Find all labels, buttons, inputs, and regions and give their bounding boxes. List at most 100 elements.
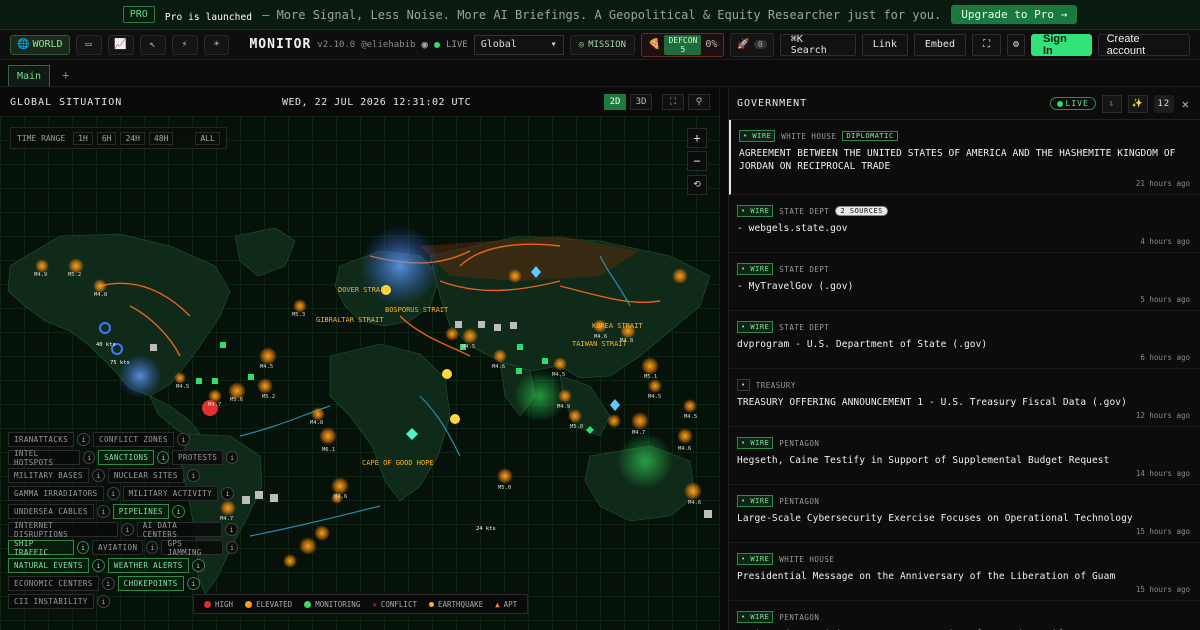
info-icon[interactable]: i xyxy=(76,541,90,554)
search-button[interactable]: ⌘K Search xyxy=(779,33,856,56)
sun-view-button[interactable]: ☀ xyxy=(203,34,230,55)
info-icon[interactable]: i xyxy=(186,577,200,590)
label-gibraltar: GIBRALTAR STRAIT xyxy=(316,316,384,324)
info-icon[interactable]: i xyxy=(77,433,91,446)
top-bar: 🌐 WORLD ▭ 📈 ↖ ⚡ ☀ MONITOR v2.10.0 @elieha… xyxy=(0,30,1200,60)
info-icon[interactable]: i xyxy=(106,487,120,500)
layer-toggle-cii-instability[interactable]: CII INSTABILITY xyxy=(8,594,94,609)
news-item[interactable]: • TREASURY TREASURY OFFERING ANNOUNCEMENT … xyxy=(729,369,1200,427)
tech-view-button[interactable]: ↖ xyxy=(139,34,166,55)
zoom-out-button[interactable]: − xyxy=(687,151,707,171)
info-icon[interactable]: i xyxy=(226,451,238,464)
news-item[interactable]: • WIRE WHITE HOUSE Presidential Message on… xyxy=(729,543,1200,601)
info-icon[interactable]: i xyxy=(225,523,238,536)
mode-3d-button[interactable]: 3D xyxy=(630,94,652,110)
info-icon[interactable]: i xyxy=(120,523,134,536)
item-headline[interactable]: dvprogram - U.S. Department of State (.g… xyxy=(737,338,1192,351)
map-pin-button[interactable]: ⚲ xyxy=(688,94,710,110)
info-icon[interactable]: i xyxy=(96,505,110,518)
tab-main[interactable]: Main xyxy=(8,65,51,86)
info-icon[interactable]: i xyxy=(91,469,105,482)
layer-toggle-protests[interactable]: PROTESTS xyxy=(172,450,224,465)
time-range-6h[interactable]: 6H xyxy=(96,131,117,145)
fullscreen-button[interactable]: ⛶ xyxy=(971,33,1001,56)
layer-toggle-chokepoints[interactable]: CHOKEPOINTS xyxy=(117,576,184,591)
ai-summary-button[interactable]: ✨ xyxy=(1127,94,1148,113)
layer-toggle-internet-disruptions[interactable]: INTERNET DISRUPTIONS xyxy=(8,521,118,539)
zoom-in-button[interactable]: + xyxy=(687,128,707,148)
mode-2d-button[interactable]: 2D xyxy=(604,94,626,110)
energy-view-button[interactable]: ⚡ xyxy=(171,34,198,55)
layer-toggle-nuclear-sites[interactable]: NUCLEAR SITES xyxy=(107,468,184,483)
time-range-48h[interactable]: 48H xyxy=(148,131,174,145)
time-range-24h[interactable]: 24H xyxy=(120,131,145,145)
news-item[interactable]: • WIRE PENTAGON Hegseth, Caine Testify in … xyxy=(729,427,1200,485)
info-icon[interactable]: i xyxy=(91,559,105,572)
item-headline[interactable]: Large-Scale Cybersecurity Exercise Focus… xyxy=(737,512,1192,525)
map-fullscreen-button[interactable]: ⛶ xyxy=(662,94,684,110)
layer-toggle-undersea-cables[interactable]: UNDERSEA CABLES xyxy=(8,504,94,519)
news-item[interactable]: • WIRE STATE DEPT 2 SOURCES - webgels.state… xyxy=(729,195,1200,253)
layer-toggle-military-bases[interactable]: MILITARY BASES xyxy=(8,468,89,483)
layer-toggle-aviation[interactable]: AVIATION xyxy=(92,540,144,555)
add-tab-button[interactable]: + xyxy=(56,68,75,86)
embed-button[interactable]: Embed xyxy=(913,33,966,56)
layer-toggle-conflict-zones[interactable]: CONFLICT ZONES xyxy=(93,432,174,447)
info-icon[interactable]: i xyxy=(83,451,96,464)
time-range-1h[interactable]: 1H xyxy=(73,131,93,145)
layer-toggle-gamma-irradiators[interactable]: GAMMA IRRADIATORS xyxy=(8,486,104,501)
info-icon[interactable]: i xyxy=(221,487,235,500)
github-icon[interactable]: ◉ xyxy=(421,38,428,51)
info-icon[interactable]: i xyxy=(96,595,110,608)
alerts-button[interactable]: 🚀 0 xyxy=(730,32,774,57)
news-item[interactable]: • WIREPENTAGONBasic Cadet Training Prepa… xyxy=(729,601,1200,630)
layer-toggle-iranattacks[interactable]: IRANATTACKS xyxy=(8,432,75,447)
version-label: v2.10.0 xyxy=(317,39,356,50)
news-item[interactable]: • WIRE WHITE HOUSE DIPLOMATIC AGREEMENT BET… xyxy=(729,120,1200,195)
item-headline[interactable]: - webgels.state.gov xyxy=(737,222,1192,235)
sign-in-button[interactable]: Sign In xyxy=(1031,33,1092,57)
upgrade-button[interactable]: Upgrade to Pro → xyxy=(951,5,1078,24)
info-icon[interactable]: i xyxy=(186,469,200,482)
info-icon[interactable]: i xyxy=(225,541,238,554)
layer-toggle-economic-centers[interactable]: ECONOMIC CENTERS xyxy=(8,576,99,591)
layer-toggle-military-activity[interactable]: MILITARY ACTIVITY xyxy=(122,486,219,501)
news-item[interactable]: • WIRE STATE DEPT dvprogram - U.S. Departm… xyxy=(729,311,1200,369)
settings-button[interactable]: ⚙ xyxy=(1006,33,1025,56)
time-range-all[interactable]: ALL xyxy=(195,131,220,145)
layer-toggle-gps-jamming[interactable]: GPS JAMMING xyxy=(161,539,223,557)
layer-toggle-ai-data-centers[interactable]: AI DATA CENTERS xyxy=(136,521,223,539)
layer-toggle-ship-traffic[interactable]: SHIP TRAFFIC xyxy=(8,539,74,557)
info-icon[interactable]: i xyxy=(171,505,185,518)
item-headline[interactable]: - MyTravelGov (.gov) xyxy=(737,280,1192,293)
item-headline[interactable]: Presidential Message on the Anniversary … xyxy=(737,570,1192,583)
item-headline[interactable]: TREASURY OFFERING ANNOUNCEMENT 1 - U.S. … xyxy=(737,396,1192,409)
region-select[interactable]: Global ▾ xyxy=(473,34,564,55)
layer-toggle-intel-hotspots[interactable]: INTEL HOTSPOTS xyxy=(8,449,81,467)
info-icon[interactable]: i xyxy=(146,541,159,554)
close-icon[interactable]: ✕ xyxy=(1180,97,1192,111)
defcon-indicator[interactable]: 🍕 DEFCON 5 0% xyxy=(641,32,725,57)
info-icon[interactable]: i xyxy=(101,577,115,590)
world-view-button[interactable]: 🌐 WORLD xyxy=(10,34,70,55)
news-item[interactable]: • WIRE STATE DEPT - MyTravelGov (.gov) 5 ho… xyxy=(729,253,1200,311)
info-icon[interactable]: i xyxy=(157,451,169,464)
layer-toggle-sanctions[interactable]: SANCTIONS xyxy=(98,450,155,465)
item-headline[interactable]: AGREEMENT BETWEEN THE UNITED STATES OF A… xyxy=(739,147,1192,173)
author-handle[interactable]: @eliehabib xyxy=(361,40,415,50)
laptop-view-button[interactable]: ▭ xyxy=(75,34,102,55)
mission-button[interactable]: ◎ MISSION xyxy=(569,34,636,55)
create-account-button[interactable]: Create account xyxy=(1097,33,1191,57)
info-icon[interactable]: i xyxy=(191,559,205,572)
fullscreen-icon: ⛶ xyxy=(982,39,990,50)
reset-view-button[interactable]: ⟲ xyxy=(687,175,707,195)
download-button[interactable]: ⇩ xyxy=(1101,94,1122,113)
layer-toggle-weather-alerts[interactable]: WEATHER ALERTS xyxy=(107,558,189,573)
info-icon[interactable]: i xyxy=(176,433,190,446)
layer-toggle-pipelines[interactable]: PIPELINES xyxy=(112,504,169,519)
layer-toggle-natural-events[interactable]: NATURAL EVENTS xyxy=(8,558,89,573)
finance-view-button[interactable]: 📈 xyxy=(107,34,134,55)
item-headline[interactable]: Hegseth, Caine Testify in Support of Sup… xyxy=(737,454,1192,467)
link-button[interactable]: Link xyxy=(861,33,908,56)
news-item[interactable]: • WIRE PENTAGON Large-Scale Cybersecurity … xyxy=(729,485,1200,543)
